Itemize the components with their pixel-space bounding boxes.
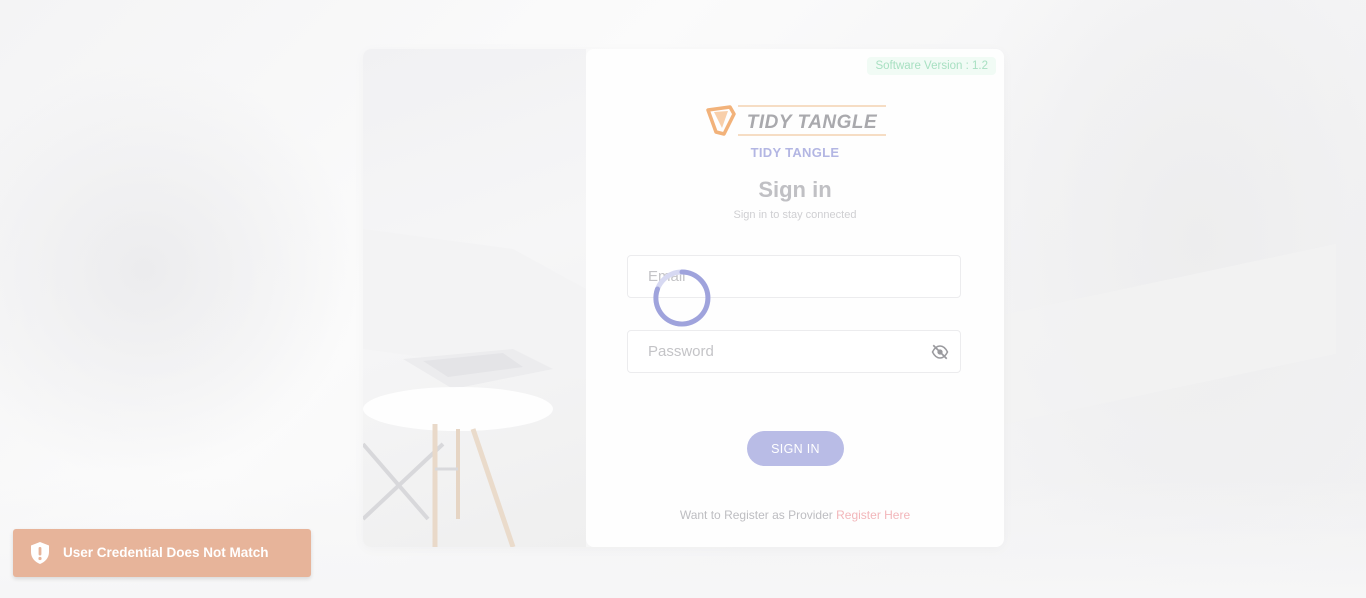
eye-off-icon[interactable] <box>931 344 949 360</box>
background-desk-shape <box>996 243 1336 427</box>
login-form-panel: Software Version : 1.2 TIDY TANGLE TIDY … <box>586 49 1004 547</box>
page-subtitle: Sign in to stay connected <box>733 209 857 221</box>
toast-message: User Credential Does Not Match <box>63 545 269 560</box>
office-chair-illustration <box>363 229 586 547</box>
background-blur-right <box>946 0 1366 598</box>
logo-text: TIDY TANGLE <box>747 112 878 133</box>
error-toast[interactable]: User Credential Does Not Match <box>13 529 311 577</box>
shield-alert-icon <box>31 542 49 564</box>
page-title: Sign in <box>758 177 832 202</box>
login-side-image <box>363 49 586 547</box>
login-card: Software Version : 1.2 TIDY TANGLE TIDY … <box>363 49 1004 547</box>
register-prompt-text: Want to Register as Provider <box>679 508 833 522</box>
tidy-tangle-logo: TIDY TANGLE <box>706 105 886 136</box>
password-field <box>627 330 961 373</box>
background-blur-left <box>0 60 360 480</box>
register-prompt: Want to Register as Provider Register He… <box>586 508 1004 522</box>
register-here-link[interactable]: Register Here <box>836 508 910 522</box>
spinner-icon <box>653 269 711 327</box>
software-version-badge: Software Version : 1.2 <box>867 57 996 75</box>
brand-name: TIDY TANGLE <box>750 145 840 160</box>
password-input[interactable] <box>628 331 928 372</box>
sign-in-button[interactable]: SIGN IN <box>747 431 844 466</box>
